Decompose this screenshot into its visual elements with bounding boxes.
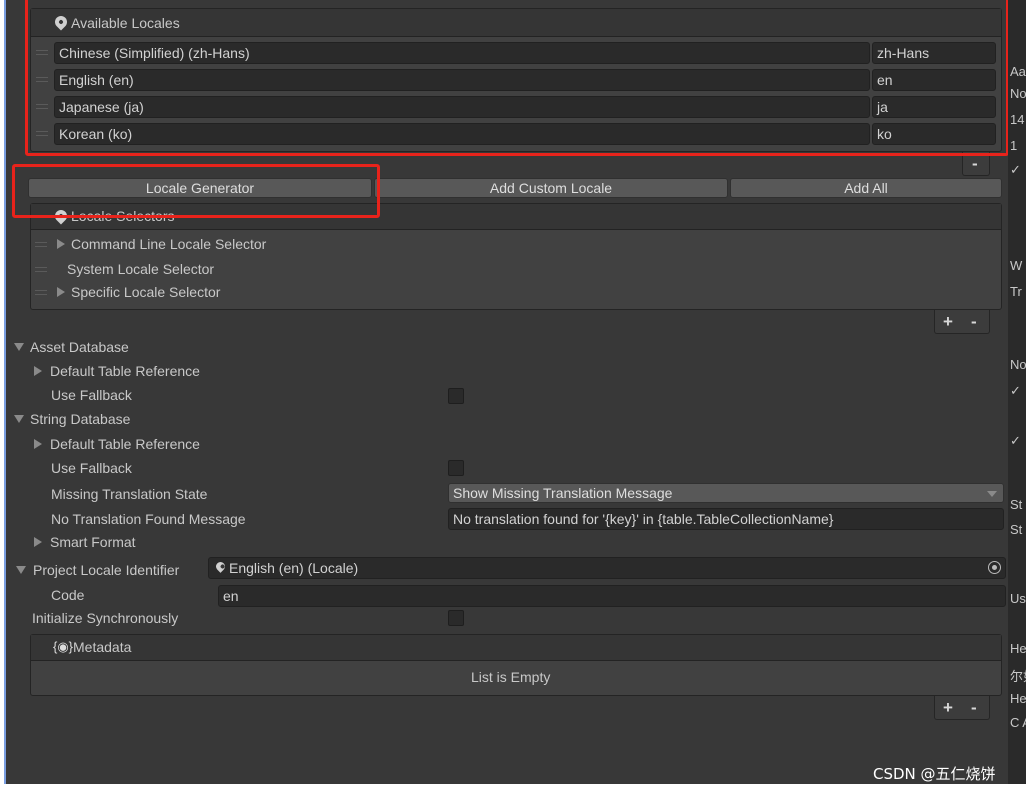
- no-translation-found-input[interactable]: No translation found for '{key}' in {tab…: [448, 508, 1004, 530]
- metadata-list: {◉} Metadata List is Empty: [30, 634, 1002, 696]
- side-fragment: St: [1010, 522, 1023, 537]
- missing-translation-state-dropdown[interactable]: Show Missing Translation Message: [448, 483, 1004, 503]
- watermark: CSDN @五仁烧饼: [873, 765, 996, 783]
- add-custom-locale-button[interactable]: Add Custom Locale: [374, 178, 728, 198]
- expand-arrow-icon[interactable]: [34, 366, 42, 376]
- side-fragment: 尔如: [1010, 669, 1026, 684]
- expand-arrow-icon[interactable]: [34, 439, 42, 449]
- localization-settings-panel: Available Locales Chinese (Simplified) (…: [4, 0, 1009, 784]
- initialize-synchronously-label: Initialize Synchronously: [32, 610, 179, 626]
- side-fragment: Us: [1010, 591, 1026, 606]
- string-use-fallback-label: Use Fallback: [51, 460, 132, 476]
- initialize-synchronously-checkbox[interactable]: [448, 610, 464, 626]
- locale-pin-icon: [214, 560, 227, 573]
- dropdown-arrow-icon: [987, 491, 997, 497]
- selector-item[interactable]: Command Line Locale Selector: [71, 236, 266, 252]
- foldout-arrow-icon[interactable]: [16, 566, 26, 574]
- side-fragment: No: [1010, 357, 1026, 372]
- expand-arrow-icon[interactable]: [57, 239, 65, 249]
- remove-locale-button[interactable]: -: [972, 154, 978, 174]
- side-fragment: St: [1010, 497, 1023, 512]
- highlight-box-available-locales: [25, 0, 1009, 156]
- no-translation-found-label: No Translation Found Message: [51, 511, 246, 527]
- metadata-title: Metadata: [73, 639, 132, 655]
- code-label: Code: [51, 587, 85, 603]
- side-fragment: C A: [1010, 715, 1026, 730]
- side-fragment: He: [1010, 641, 1026, 656]
- missing-translation-state-value: Show Missing Translation Message: [453, 485, 673, 501]
- side-fragment: He: [1010, 691, 1026, 706]
- asset-database-foldout[interactable]: Asset Database: [30, 339, 129, 355]
- remove-selector-button[interactable]: -: [971, 312, 977, 332]
- drag-handle-icon[interactable]: [35, 267, 47, 272]
- metadata-icon: {◉}: [53, 639, 74, 654]
- drag-handle-icon[interactable]: [35, 290, 47, 295]
- foldout-arrow-icon[interactable]: [14, 415, 24, 423]
- metadata-empty-text: List is Empty: [471, 669, 551, 685]
- asset-use-fallback-label: Use Fallback: [51, 387, 132, 403]
- side-fragment: Aa: [1010, 64, 1026, 79]
- string-default-table-reference[interactable]: Default Table Reference: [50, 436, 200, 452]
- project-locale-value: English (en) (Locale): [229, 560, 359, 576]
- side-fragment: Tr: [1010, 284, 1022, 299]
- side-fragment: W: [1010, 258, 1023, 273]
- foldout-arrow-icon[interactable]: [14, 343, 24, 351]
- locale-selectors-footer: + -: [934, 310, 990, 334]
- metadata-header: {◉} Metadata: [31, 635, 1001, 661]
- side-fragment: ✓: [1010, 433, 1021, 448]
- side-fragment: ✓: [1010, 383, 1021, 398]
- side-fragment: No: [1010, 86, 1026, 101]
- expand-arrow-icon[interactable]: [57, 287, 65, 297]
- object-picker-icon[interactable]: [988, 561, 1001, 574]
- add-selector-button[interactable]: +: [943, 312, 953, 332]
- smart-format-foldout[interactable]: Smart Format: [50, 534, 136, 550]
- metadata-footer: + -: [934, 696, 990, 720]
- string-use-fallback-checkbox[interactable]: [448, 460, 464, 476]
- adjacent-panel: Aa No 14 1 ✓ W Tr No ✓ ✓ St St Us He 尔如 He C A: [1008, 0, 1026, 784]
- string-database-foldout[interactable]: String Database: [30, 411, 130, 427]
- locale-selectors-list: Locale Selectors Command Line Locale Sel…: [30, 203, 1002, 310]
- project-locale-object-field[interactable]: English (en) (Locale): [208, 557, 1006, 579]
- project-locale-identifier-label[interactable]: Project Locale Identifier: [33, 562, 179, 578]
- side-fragment: ✓: [1010, 162, 1021, 177]
- asset-default-table-reference[interactable]: Default Table Reference: [50, 363, 200, 379]
- remove-metadata-button[interactable]: -: [971, 698, 977, 718]
- add-all-button[interactable]: Add All: [730, 178, 1002, 198]
- highlight-box-locale-generator: [12, 164, 380, 218]
- selector-item[interactable]: System Locale Selector: [67, 261, 214, 277]
- selector-item[interactable]: Specific Locale Selector: [71, 284, 220, 300]
- add-metadata-button[interactable]: +: [943, 698, 953, 718]
- code-input[interactable]: en: [218, 585, 1006, 607]
- asset-use-fallback-checkbox[interactable]: [448, 388, 464, 404]
- missing-translation-state-label: Missing Translation State: [51, 486, 208, 502]
- side-fragment: 1: [1010, 138, 1018, 153]
- side-fragment: 14: [1010, 112, 1025, 127]
- drag-handle-icon[interactable]: [35, 242, 47, 247]
- expand-arrow-icon[interactable]: [34, 537, 42, 547]
